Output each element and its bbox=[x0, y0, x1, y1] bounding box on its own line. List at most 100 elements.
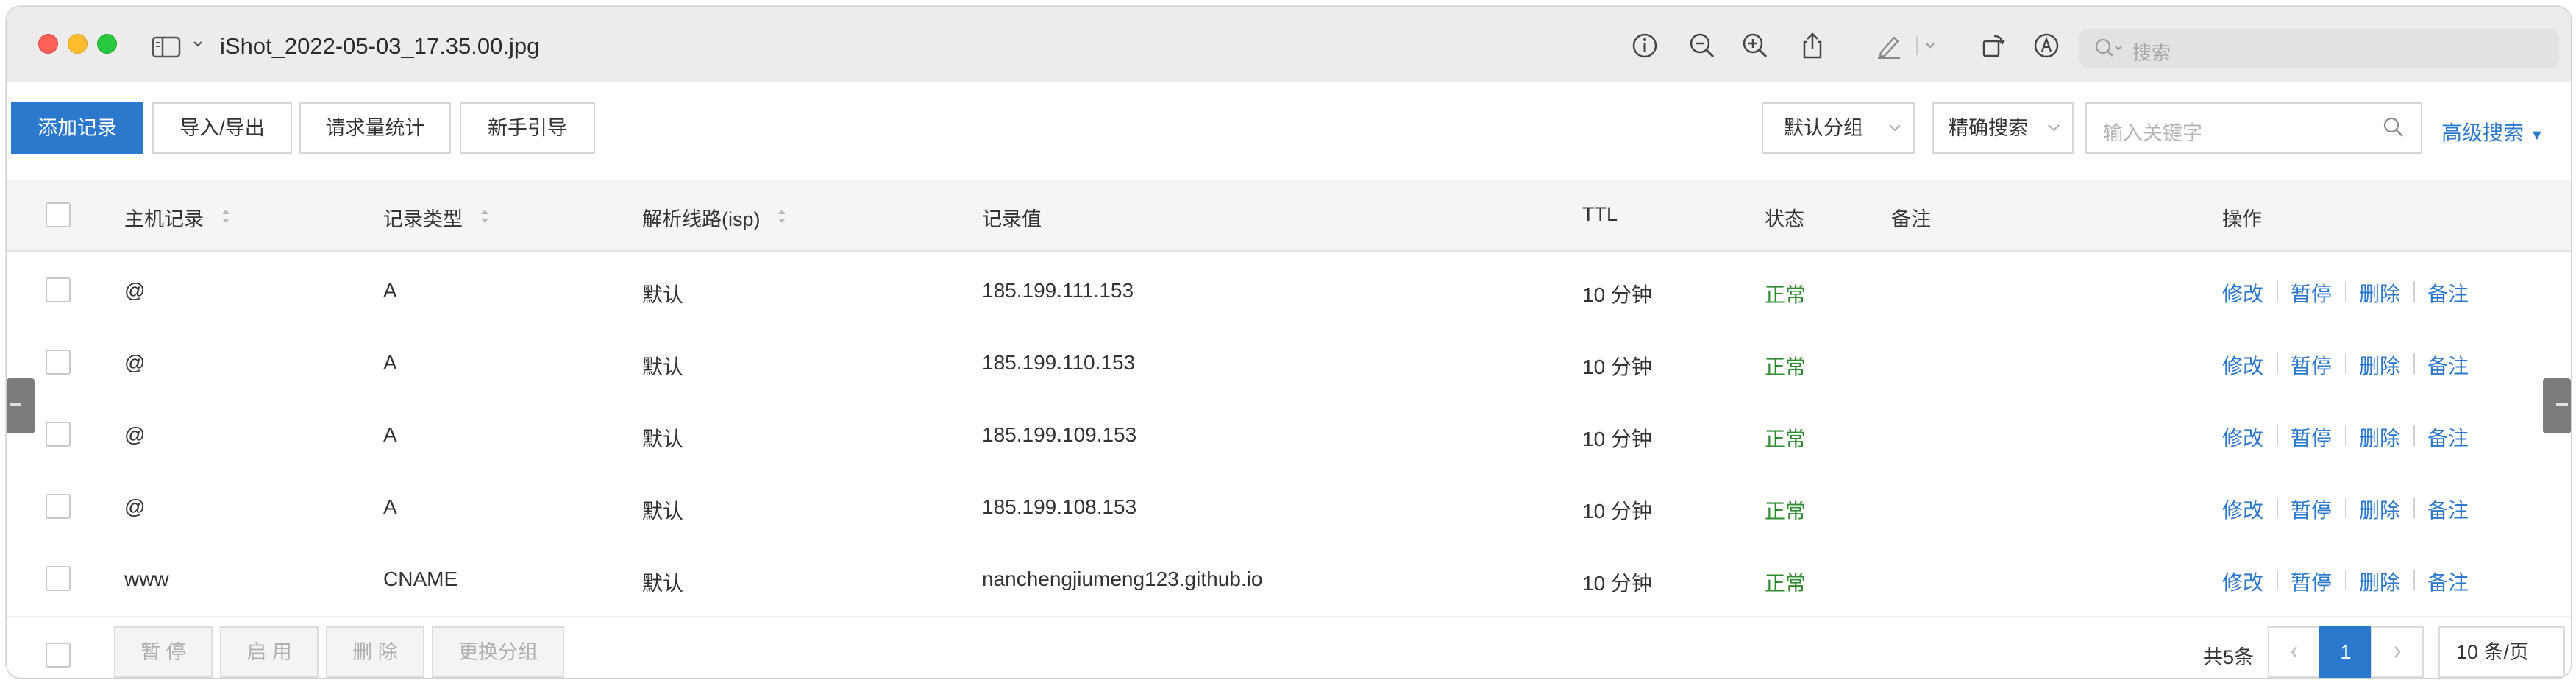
bulk-delete-button[interactable]: 删 除 bbox=[326, 626, 424, 678]
edit-button[interactable]: 修改 bbox=[2222, 495, 2263, 524]
pause-button[interactable]: 暂停 bbox=[2291, 350, 2332, 380]
cell-ttl: 10 分钟 bbox=[1582, 572, 1652, 595]
cell-host: @ bbox=[124, 423, 146, 446]
header-host[interactable]: 主机记录 bbox=[124, 203, 232, 233]
action-separator bbox=[2413, 425, 2415, 446]
remark-button[interactable]: 备注 bbox=[2427, 278, 2469, 308]
chevron-down-icon bbox=[2046, 104, 2062, 171]
cell-host: @ bbox=[124, 279, 146, 302]
action-separator bbox=[2345, 425, 2346, 446]
cell-status: 正常 bbox=[1765, 572, 1807, 595]
cell-host: @ bbox=[124, 351, 146, 374]
rotate-icon[interactable] bbox=[1979, 32, 2007, 60]
keyword-placeholder: 输入关键字 bbox=[2103, 122, 2202, 144]
zoom-window-button[interactable] bbox=[97, 34, 117, 54]
delete-button[interactable]: 删除 bbox=[2359, 495, 2400, 524]
cell-line: 默认 bbox=[642, 355, 684, 378]
edit-button[interactable]: 修改 bbox=[2222, 567, 2263, 596]
header-remark: 备注 bbox=[1891, 208, 1931, 230]
next-page-button[interactable] bbox=[2371, 626, 2424, 678]
beginner-guide-button[interactable]: 新手引导 bbox=[460, 102, 595, 154]
sort-icon[interactable] bbox=[220, 207, 232, 231]
request-stats-button[interactable]: 请求量统计 bbox=[299, 102, 451, 154]
left-scroll-handle[interactable] bbox=[7, 378, 35, 433]
add-record-button[interactable]: 添加记录 bbox=[11, 102, 143, 154]
action-separator bbox=[2277, 498, 2278, 518]
cell-status: 正常 bbox=[1765, 355, 1807, 378]
search-icon[interactable] bbox=[2383, 116, 2405, 142]
page-size-select[interactable]: 10 条/页 bbox=[2438, 626, 2565, 678]
row-checkbox[interactable] bbox=[46, 566, 71, 591]
close-window-button[interactable] bbox=[38, 34, 58, 54]
sort-icon[interactable] bbox=[479, 207, 491, 231]
delete-button[interactable]: 删除 bbox=[2359, 567, 2400, 596]
advanced-search-label: 高级搜索 bbox=[2441, 121, 2525, 144]
delete-button[interactable]: 删除 bbox=[2359, 422, 2400, 452]
sidebar-toggle-icon[interactable] bbox=[152, 36, 181, 62]
cell-line: 默认 bbox=[642, 500, 684, 523]
remark-button[interactable]: 备注 bbox=[2427, 422, 2469, 452]
header-type[interactable]: 记录类型 bbox=[383, 203, 491, 233]
keyword-search-input[interactable]: 输入关键字 bbox=[2085, 102, 2422, 154]
remark-button[interactable]: 备注 bbox=[2427, 350, 2469, 380]
total-count: 共5条 bbox=[2203, 646, 2255, 668]
edit-button[interactable]: 修改 bbox=[2222, 422, 2263, 452]
row-checkbox[interactable] bbox=[46, 277, 71, 302]
cell-type: A bbox=[383, 279, 397, 302]
change-group-button[interactable]: 更换分组 bbox=[432, 626, 564, 678]
group-select[interactable]: 默认分组 bbox=[1762, 102, 1915, 154]
pause-button[interactable]: 暂停 bbox=[2291, 495, 2332, 524]
right-scroll-handle[interactable] bbox=[2543, 378, 2571, 433]
search-input[interactable]: 搜索 bbox=[2079, 29, 2559, 68]
cell-line: 默认 bbox=[642, 283, 684, 306]
delete-button[interactable]: 删除 bbox=[2359, 350, 2400, 380]
row-checkbox[interactable] bbox=[46, 422, 71, 447]
zoom-in-icon[interactable] bbox=[1741, 32, 1769, 60]
select-all-checkbox[interactable] bbox=[46, 202, 71, 227]
select-all-checkbox-footer[interactable] bbox=[46, 643, 71, 668]
remark-button[interactable]: 备注 bbox=[2427, 567, 2469, 596]
pause-button[interactable]: 暂停 bbox=[2291, 422, 2332, 452]
markup-pen-icon[interactable] bbox=[1875, 32, 1903, 60]
chevron-down-icon[interactable] bbox=[1916, 32, 1944, 60]
action-separator bbox=[2345, 498, 2346, 518]
preview-window: iShot_2022-05-03_17.35.00.jpg 搜索 添加记录 导入… bbox=[6, 6, 2572, 679]
sort-icon[interactable] bbox=[776, 207, 788, 231]
page-size-value: 10 条/页 bbox=[2456, 641, 2530, 663]
annotate-icon[interactable] bbox=[2032, 32, 2060, 60]
pause-button[interactable]: 暂停 bbox=[2291, 278, 2332, 308]
row-checkbox[interactable] bbox=[46, 350, 71, 375]
bulk-enable-button[interactable]: 启 用 bbox=[220, 626, 319, 678]
advanced-search-link[interactable]: 高级搜索 ▼ bbox=[2441, 117, 2544, 146]
bulk-pause-button[interactable]: 暂 停 bbox=[114, 626, 213, 678]
table-footer: 暂 停 启 用 删 除 更换分组 共5条 1 10 条/页 bbox=[7, 622, 2571, 678]
search-icon bbox=[2094, 38, 2124, 63]
triangle-down-icon: ▼ bbox=[2530, 127, 2544, 144]
import-export-button[interactable]: 导入/导出 bbox=[152, 102, 292, 154]
action-separator bbox=[2413, 498, 2415, 518]
minimize-window-button[interactable] bbox=[68, 34, 88, 54]
chevron-down-icon[interactable] bbox=[192, 35, 204, 54]
remark-button[interactable]: 备注 bbox=[2427, 495, 2469, 524]
table-row: @ A 默认 185.199.111.153 10 分钟 正常 修改 暂停 删除 备注 bbox=[7, 255, 2571, 329]
action-separator bbox=[2277, 281, 2278, 302]
header-line[interactable]: 解析线路(isp) bbox=[642, 203, 788, 233]
pause-button[interactable]: 暂停 bbox=[2291, 567, 2332, 596]
match-mode-select[interactable]: 精确搜索 bbox=[1932, 102, 2074, 154]
info-icon[interactable] bbox=[1631, 32, 1659, 60]
cell-type: CNAME bbox=[383, 567, 458, 590]
cell-value: 185.199.109.153 bbox=[982, 423, 1137, 446]
action-separator bbox=[2413, 570, 2415, 590]
edit-button[interactable]: 修改 bbox=[2222, 278, 2263, 308]
share-icon[interactable] bbox=[1798, 32, 1826, 60]
table-row: @ A 默认 185.199.109.153 10 分钟 正常 修改 暂停 删除 备注 bbox=[7, 400, 2571, 473]
delete-button[interactable]: 删除 bbox=[2359, 278, 2400, 308]
cell-line: 默认 bbox=[642, 572, 684, 595]
prev-page-button[interactable] bbox=[2268, 626, 2321, 678]
page-1-button[interactable]: 1 bbox=[2319, 626, 2372, 678]
zoom-out-icon[interactable] bbox=[1688, 32, 1716, 60]
window-title: iShot_2022-05-03_17.35.00.jpg bbox=[220, 33, 540, 59]
cell-host: www bbox=[124, 567, 169, 590]
edit-button[interactable]: 修改 bbox=[2222, 350, 2263, 380]
row-checkbox[interactable] bbox=[46, 494, 71, 519]
